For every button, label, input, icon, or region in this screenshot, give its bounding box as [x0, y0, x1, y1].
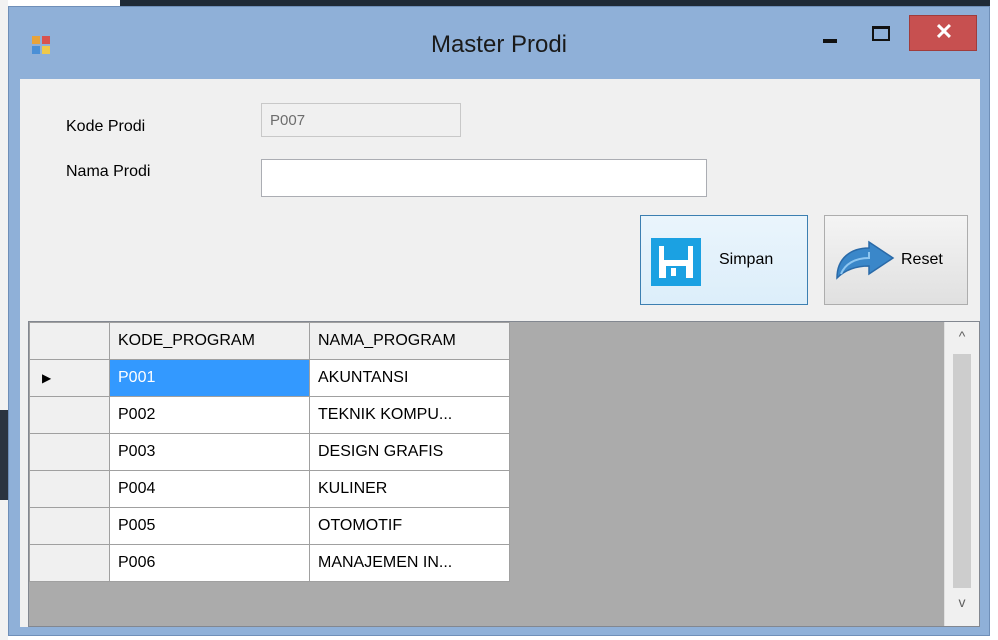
form-client-area: Kode Prodi Nama Prodi Simpan Reset [20, 79, 980, 627]
master-prodi-window: Master Prodi ✕ Kode Prodi Nama Prodi Sim… [8, 6, 990, 636]
cell-kode-program[interactable]: P004 [109, 470, 310, 508]
table-row[interactable]: P006 MANAJEMEN IN... [29, 544, 510, 582]
table-row[interactable]: ▶ P001 AKUNTANSI [29, 359, 510, 397]
column-header-kode-program[interactable]: KODE_PROGRAM [109, 322, 310, 360]
desktop-background-left [0, 0, 8, 640]
cell-nama-program[interactable]: KULINER [309, 470, 510, 508]
prodi-data-grid[interactable]: KODE_PROGRAM NAMA_PROGRAM ▶ P001 AKUNTAN… [28, 321, 980, 627]
row-header-current[interactable]: ▶ [29, 359, 110, 397]
row-header[interactable] [29, 396, 110, 434]
current-row-indicator-icon: ▶ [42, 371, 52, 385]
cell-kode-program[interactable]: P001 [109, 359, 310, 397]
cell-nama-program[interactable]: OTOMOTIF [309, 507, 510, 545]
desktop-background-fragment [0, 410, 8, 500]
close-icon: ✕ [934, 19, 954, 44]
reset-button[interactable]: Reset [824, 215, 968, 305]
row-header[interactable] [29, 470, 110, 508]
cell-nama-program[interactable]: DESIGN GRAFIS [309, 433, 510, 471]
cell-kode-program[interactable]: P006 [109, 544, 310, 582]
cell-nama-program[interactable]: TEKNIK KOMPU... [309, 396, 510, 434]
row-header[interactable] [29, 507, 110, 545]
cell-nama-program[interactable]: MANAJEMEN IN... [309, 544, 510, 582]
kode-prodi-field[interactable] [261, 103, 461, 137]
nama-prodi-label: Nama Prodi [66, 163, 151, 180]
cell-kode-program[interactable]: P005 [109, 507, 310, 545]
column-header-nama-program[interactable]: NAMA_PROGRAM [309, 322, 510, 360]
row-header[interactable] [29, 544, 110, 582]
cell-kode-program[interactable]: P002 [109, 396, 310, 434]
minimize-button[interactable] [809, 15, 849, 51]
row-header[interactable] [29, 433, 110, 471]
nama-prodi-field[interactable] [261, 159, 707, 197]
grid-table: KODE_PROGRAM NAMA_PROGRAM ▶ P001 AKUNTAN… [29, 322, 510, 582]
maximize-button[interactable] [861, 15, 901, 51]
cell-kode-program[interactable]: P003 [109, 433, 310, 471]
grid-vertical-scrollbar[interactable]: ^ v [944, 322, 979, 626]
scrollbar-thumb[interactable] [953, 354, 971, 588]
kode-prodi-label: Kode Prodi [66, 118, 146, 135]
table-row[interactable]: P004 KULINER [29, 470, 510, 508]
table-row[interactable]: P003 DESIGN GRAFIS [29, 433, 510, 471]
scroll-down-arrow-icon[interactable]: v [945, 594, 979, 624]
undo-arrow-icon [836, 240, 895, 280]
table-row[interactable]: P002 TEKNIK KOMPU... [29, 396, 510, 434]
cell-nama-program[interactable]: AKUNTANSI [309, 359, 510, 397]
desktop-background-right [990, 0, 998, 640]
close-button[interactable]: ✕ [909, 15, 977, 51]
grid-corner-header[interactable] [29, 322, 110, 360]
grid-header-row: KODE_PROGRAM NAMA_PROGRAM [29, 322, 510, 360]
simpan-button[interactable]: Simpan [640, 215, 808, 305]
minimize-icon [823, 39, 837, 43]
table-row[interactable]: P005 OTOMOTIF [29, 507, 510, 545]
reset-button-label: Reset [901, 251, 943, 268]
floppy-disk-icon [651, 238, 701, 286]
title-bar[interactable]: Master Prodi ✕ [9, 7, 989, 83]
simpan-button-label: Simpan [719, 251, 774, 268]
maximize-icon [872, 26, 890, 41]
